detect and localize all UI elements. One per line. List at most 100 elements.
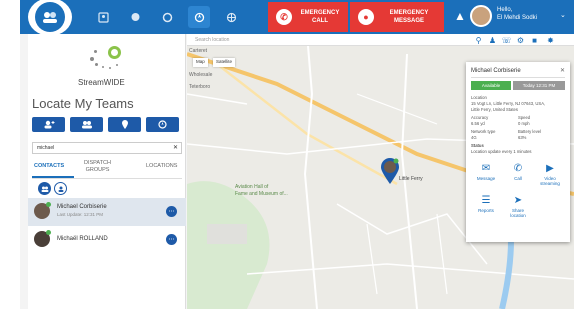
emergency-call-l1: EMERGENCY: [300, 10, 340, 16]
page-title: Locate My Teams: [32, 96, 134, 111]
tab-locations[interactable]: LOCATIONS: [146, 163, 177, 170]
greeting: Hello,: [497, 7, 513, 13]
video-icon[interactable]: ▶: [544, 162, 556, 174]
battery-label: Battery level: [518, 129, 542, 134]
video-label-l2: streaming: [540, 181, 560, 186]
map-label: Little Ferry: [399, 176, 423, 182]
network-label: Network type: [471, 129, 496, 134]
tab-dispatch-label-l2: GROUPS: [85, 167, 110, 173]
location-pin-icon[interactable]: [381, 158, 399, 184]
message-icon[interactable]: ✉: [480, 162, 492, 174]
more-icon[interactable]: ⋯: [166, 234, 177, 245]
locate-button[interactable]: [146, 117, 179, 132]
chevron-down-icon[interactable]: ⌄: [560, 11, 566, 19]
battery-value: 63%: [518, 135, 527, 140]
close-icon[interactable]: ✕: [560, 67, 565, 74]
vehicle-icon[interactable]: ■: [529, 34, 540, 46]
map-search-placeholder: Search location: [195, 37, 230, 43]
emergency-call-l2: CALL: [312, 18, 328, 24]
user-avatar[interactable]: [470, 5, 492, 27]
status-label: Status: [471, 143, 484, 148]
map-label: Carteret: [189, 48, 208, 54]
tab-locations-label: LOCATIONS: [146, 163, 178, 169]
clear-icon[interactable]: ✕: [173, 144, 178, 151]
reports-label: Reports: [478, 208, 494, 213]
online-status-icon: [46, 230, 51, 235]
app-logo[interactable]: [28, 0, 72, 36]
popup-name: Michael Corbiserie: [471, 68, 521, 74]
map-type-satellite[interactable]: Satellite: [213, 58, 236, 67]
user-name: El Mehdi Sodki: [497, 15, 538, 21]
group-pin-icon[interactable]: ⚙: [515, 34, 526, 46]
divider: [32, 178, 182, 179]
message-icon: ●: [358, 9, 374, 25]
map-view[interactable]: Search location ⚲ ♟ ☏ ⚙ ■ ✸ Map Satellit…: [187, 34, 574, 309]
tab-dispatch-groups[interactable]: DISPATCH GROUPS: [84, 160, 111, 174]
person-pin-icon[interactable]: ♟: [487, 34, 498, 46]
search-icon[interactable]: ⚲: [473, 34, 484, 46]
tab-contacts[interactable]: CONTACTS: [34, 163, 64, 170]
logo-icon: [35, 2, 65, 32]
map-type-map[interactable]: Map: [193, 58, 208, 67]
app-window: ✆ EMERGENCY CALL ● EMERGENCY MESSAGE ▲ Hel…: [20, 0, 574, 309]
emergency-call-button[interactable]: ✆ EMERGENCY CALL: [268, 2, 348, 32]
settings-icon[interactable]: ✸: [545, 34, 556, 46]
emergency-msg-l1: EMERGENCY: [389, 10, 429, 16]
online-status-icon: [46, 202, 51, 207]
contact-details-popup: Michael Corbiserie ✕ Available Today 12:…: [466, 62, 570, 242]
map-label: Fame and Museum of...: [235, 191, 288, 197]
alert-icon[interactable]: [156, 6, 178, 28]
reports-icon[interactable]: ☰: [480, 194, 492, 206]
call-label: Call: [514, 176, 522, 181]
tab-dispatch-label-l1: DISPATCH: [84, 160, 111, 166]
contact-name: Michaël ROLLAND: [57, 236, 108, 242]
list-item[interactable]: Michaël ROLLAND ⋯: [28, 226, 186, 254]
more-icon[interactable]: ⋯: [166, 206, 177, 217]
filter-group-icon[interactable]: [38, 182, 51, 195]
map-label: Aviation Hall of: [235, 184, 269, 190]
status-value: Location update every 1 minutes: [471, 149, 532, 154]
filter-single-icon[interactable]: [54, 182, 67, 195]
contact-search-input[interactable]: michael ✕: [32, 142, 182, 154]
network-value: 4G: [471, 135, 477, 140]
grid-icon[interactable]: [220, 6, 242, 28]
phone-icon[interactable]: ✆: [512, 162, 524, 174]
user-info[interactable]: Hello, El Mehdi Sodki: [497, 6, 537, 22]
address-line-1: 15 Vogt Ln, Little Ferry, NJ 07643, USA,: [471, 101, 546, 106]
list-item[interactable]: Michael Corbiserie Last Update: 12:31 PM…: [28, 198, 186, 226]
speed-value: 0 mph: [518, 121, 530, 126]
add-location-button[interactable]: [108, 117, 141, 132]
contacts-icon[interactable]: [92, 6, 114, 28]
timestamp-badge: Today 12:31 PM: [513, 81, 565, 90]
logo-ring-icon: [108, 46, 121, 59]
status-badge: Available: [471, 81, 511, 90]
share-label-l2: location: [510, 213, 526, 218]
contact-name: Michael Corbiserie: [57, 204, 107, 210]
search-value: michael: [37, 145, 55, 151]
phone-icon: ✆: [276, 9, 292, 25]
contact-last-update: Last Update: 12:31 PM: [57, 212, 104, 217]
notification-bell-icon[interactable]: ▲: [454, 9, 466, 23]
map-label: Wholesale: [189, 72, 213, 78]
accuracy-label: Accuracy: [471, 115, 489, 120]
add-group-button[interactable]: [70, 117, 103, 132]
message-label: Message: [476, 176, 496, 181]
emergency-message-button[interactable]: ● EMERGENCY MESSAGE: [350, 2, 444, 32]
chat-icon[interactable]: [124, 6, 146, 28]
locate-icon[interactable]: [188, 6, 210, 28]
call-list-icon[interactable]: ☏: [501, 34, 512, 46]
emergency-msg-l2: MESSAGE: [393, 18, 424, 24]
tab-contacts-label: CONTACTS: [34, 163, 65, 169]
share-location-icon[interactable]: ➤: [512, 194, 524, 206]
brand-name: StreamWIDE: [78, 78, 125, 87]
divider: [471, 77, 565, 78]
location-label: Location: [471, 95, 487, 100]
accuracy-value: 6.56 yd: [471, 121, 485, 126]
streamwide-logo: StreamWIDE: [64, 42, 154, 92]
address-line-2: Little Ferry, United States: [471, 107, 518, 112]
speed-label: Speed: [518, 115, 531, 120]
left-panel: StreamWIDE Locate My Teams michael ✕ CON…: [28, 34, 186, 309]
map-label: Teterboro: [189, 84, 211, 90]
add-contact-button[interactable]: [32, 117, 65, 132]
top-bar: ✆ EMERGENCY CALL ● EMERGENCY MESSAGE ▲ Hel…: [20, 0, 574, 36]
